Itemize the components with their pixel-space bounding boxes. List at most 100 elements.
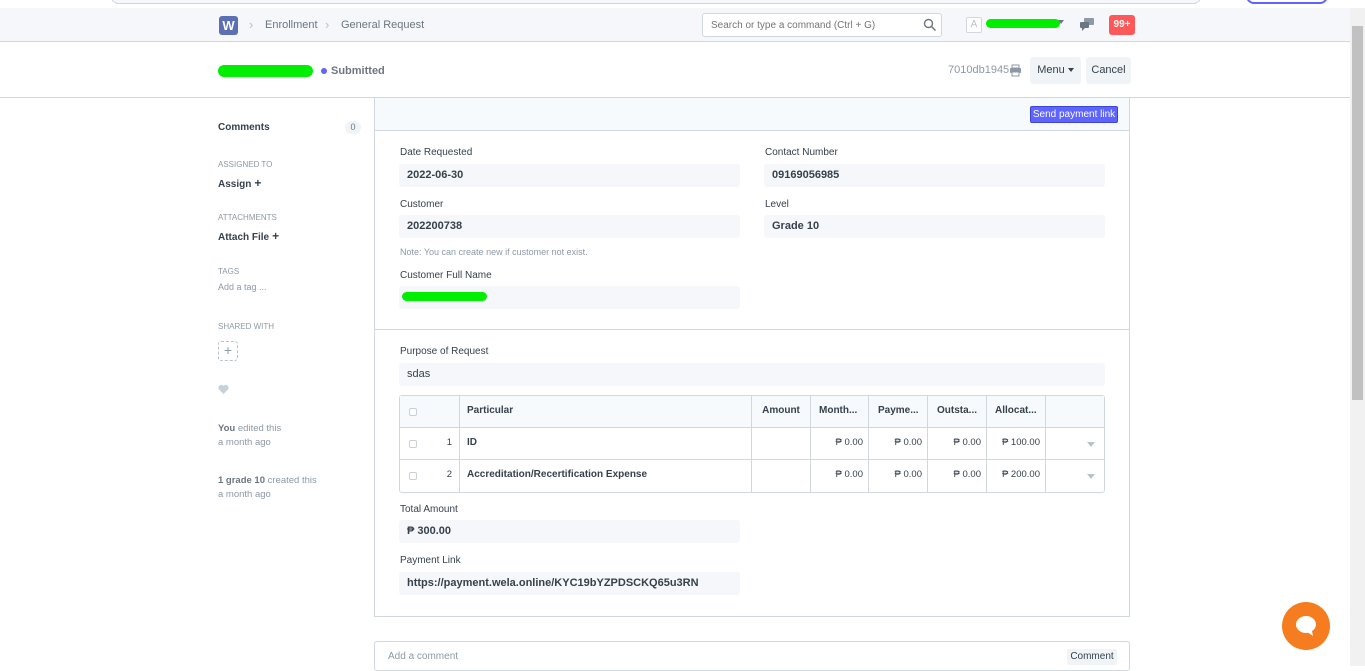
cancel-button[interactable]: Cancel — [1086, 57, 1131, 84]
search-icon[interactable] — [923, 18, 937, 32]
chevron-down-icon[interactable] — [1058, 20, 1064, 24]
monthly-cell[interactable]: ₱ 0.00 — [811, 428, 869, 460]
browser-chrome-strip — [0, 0, 1365, 8]
attach-file-label: Attach File — [218, 232, 270, 243]
table-row[interactable]: 2 Accreditation/Recertification Expense … — [400, 460, 1104, 492]
user-name-redacted[interactable] — [986, 19, 1060, 28]
add-tag-input[interactable]: Add a tag ... — [218, 282, 267, 292]
row-index: 2 — [446, 469, 452, 480]
level-label: Level — [765, 199, 789, 210]
allocated-cell[interactable]: ₱ 100.00 — [987, 428, 1046, 460]
browser-profile-pill[interactable] — [1246, 0, 1328, 4]
monthly-cell[interactable]: ₱ 0.00 — [811, 460, 869, 492]
column-header-monthly[interactable]: Month... — [811, 396, 869, 428]
customer-note: Note: You can create new if customer not… — [400, 247, 588, 257]
allocated-cell[interactable]: ₱ 200.00 — [987, 460, 1046, 492]
contact-number-field[interactable]: 09169056985 — [764, 164, 1105, 187]
live-chat-button[interactable] — [1282, 602, 1330, 650]
comment-box[interactable]: Add a comment Comment — [374, 641, 1130, 671]
heart-icon[interactable] — [218, 384, 229, 395]
level-field[interactable]: Grade 10 — [764, 215, 1105, 238]
date-requested-label: Date Requested — [400, 147, 473, 158]
activity-action: created this — [267, 475, 317, 486]
attach-file-action[interactable]: Attach File + — [218, 229, 279, 243]
column-header-particular[interactable]: Particular — [460, 396, 752, 428]
select-all-checkbox[interactable] — [409, 408, 417, 416]
payment-cell[interactable]: ₱ 0.00 — [869, 460, 928, 492]
assign-action[interactable]: Assign + — [218, 176, 261, 190]
document-id: 7010db1945 — [948, 64, 1010, 76]
menu-button-label: Menu — [1037, 64, 1065, 76]
row-checkbox[interactable] — [409, 440, 417, 448]
sidebar-comments-label[interactable]: Comments — [218, 122, 270, 133]
plus-icon: + — [223, 342, 233, 358]
row-index: 1 — [446, 437, 452, 448]
breadcrumb-enrollment[interactable]: Enrollment — [265, 19, 318, 31]
row-checkbox[interactable] — [409, 472, 417, 480]
add-share-button[interactable]: + — [218, 341, 238, 361]
plus-icon: + — [254, 176, 262, 190]
payment-link-field[interactable]: https://payment.wela.online/KYC19bYZPDSC… — [399, 572, 740, 595]
chevron-down-icon[interactable] — [1087, 442, 1095, 447]
comment-button[interactable]: Comment — [1067, 649, 1117, 665]
row-select-cell: 2 — [400, 460, 460, 492]
amount-cell[interactable] — [752, 460, 811, 492]
purpose-label: Purpose of Request — [400, 346, 489, 357]
menu-button[interactable]: Menu — [1030, 57, 1081, 84]
contact-number-label: Contact Number — [765, 147, 838, 158]
comment-input[interactable]: Add a comment — [388, 651, 458, 662]
total-amount-label: Total Amount — [400, 504, 458, 515]
total-amount-field[interactable]: ₱ 300.00 — [399, 520, 740, 543]
column-header-amount[interactable]: Amount — [752, 396, 811, 428]
status-badge: Submitted — [331, 65, 385, 77]
shared-with-heading: SHARED WITH — [218, 322, 274, 331]
date-requested-field[interactable]: 2022-06-30 — [399, 164, 740, 187]
section-divider — [375, 329, 1129, 330]
search-input[interactable] — [703, 14, 913, 36]
user-avatar[interactable]: A — [966, 17, 982, 33]
amount-cell[interactable] — [752, 428, 811, 460]
breadcrumb-general-request[interactable]: General Request — [341, 19, 424, 31]
table-row[interactable]: 1 ID ₱ 0.00 ₱ 0.00 ₱ 0.00 ₱ 100.00 — [400, 428, 1104, 460]
printer-icon[interactable] — [1009, 64, 1022, 77]
customer-label: Customer — [400, 199, 444, 210]
app-logo[interactable]: W — [219, 16, 238, 35]
send-payment-link-button[interactable]: Send payment link — [1030, 106, 1118, 123]
outstanding-cell[interactable]: ₱ 0.00 — [928, 460, 987, 492]
page-scrollbar[interactable] — [1350, 8, 1365, 666]
row-select-cell: 1 — [400, 428, 460, 460]
top-navbar: W › Enrollment › General Request A 99+ — [0, 8, 1350, 42]
notifications-badge[interactable]: 99+ — [1109, 15, 1135, 35]
particular-cell[interactable]: ID — [460, 428, 752, 460]
activity-actor: You — [218, 423, 236, 434]
activity-actor: 1 grade 10 — [218, 475, 265, 486]
payment-cell[interactable]: ₱ 0.00 — [869, 428, 928, 460]
purpose-field[interactable]: sdas — [399, 363, 1105, 386]
outstanding-cell[interactable]: ₱ 0.00 — [928, 428, 987, 460]
payment-link-label: Payment Link — [400, 555, 461, 566]
form-toolbar: Send payment link — [375, 98, 1129, 131]
customer-full-name-label: Customer Full Name — [400, 270, 492, 281]
chat-bubble-icon — [1296, 616, 1316, 636]
row-actions-cell — [1046, 428, 1104, 460]
column-header-payment[interactable]: Payme... — [869, 396, 928, 428]
column-header-outstanding[interactable]: Outsta... — [928, 396, 987, 428]
status-indicator-dot — [321, 68, 327, 74]
browser-address-bar[interactable] — [110, 0, 1202, 4]
particular-cell[interactable]: Accreditation/Recertification Expense — [460, 460, 752, 492]
chevron-down-icon[interactable] — [1087, 474, 1095, 479]
tags-heading: TAGS — [218, 267, 240, 276]
attachments-heading: ATTACHMENTS — [218, 213, 277, 222]
comments-count-badge: 0 — [345, 121, 361, 134]
scrollbar-thumb[interactable] — [1352, 26, 1363, 400]
activity-item: You edited this a month ago — [218, 422, 281, 450]
page-header: Submitted 7010db1945 Menu Cancel — [0, 42, 1350, 98]
customer-field[interactable]: 202200738 — [399, 215, 740, 238]
particulars-table: Particular Amount Month... Payme... Outs… — [399, 395, 1105, 493]
search-box — [702, 13, 942, 37]
chat-icon[interactable] — [1080, 18, 1094, 31]
table-header-row: Particular Amount Month... Payme... Outs… — [400, 396, 1104, 428]
column-header-allocated[interactable]: Allocat... — [987, 396, 1046, 428]
row-actions-cell — [1046, 460, 1104, 492]
chevron-right-icon: › — [325, 17, 330, 32]
